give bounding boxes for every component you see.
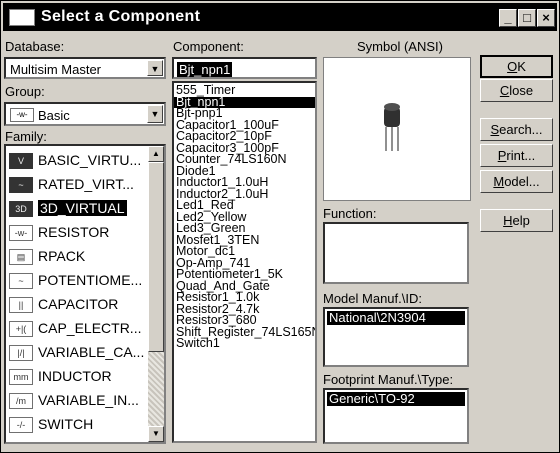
family-icon: |/| <box>9 345 33 361</box>
maximize-button[interactable]: □ <box>518 9 536 27</box>
family-item-label: RPACK <box>38 248 86 264</box>
family-label: Family: <box>5 129 47 144</box>
window-title: Select a Component <box>41 8 201 25</box>
function-label: Function: <box>323 206 377 221</box>
family-list-item[interactable]: /m VARIABLE_IN... <box>6 388 148 412</box>
family-item-label: CAP_ELECTR... <box>38 320 142 336</box>
symbol-label: Symbol (ANSI) <box>357 39 443 54</box>
family-list-item[interactable]: ~ RATED_VIRT... <box>6 172 148 196</box>
family-list-item[interactable]: |/| VARIABLE_CA... <box>6 340 148 364</box>
ok-button[interactable]: OK <box>480 55 553 78</box>
title-bar[interactable]: Select a Component _ □ × <box>3 3 557 31</box>
family-item-label: RATED_VIRT... <box>38 176 134 192</box>
group-label: Group: <box>5 84 45 99</box>
footprint-label: Footprint Manuf.\Type: <box>323 372 454 387</box>
model-label: Model Manuf.\ID: <box>323 291 422 306</box>
component-value: Bjt_npn1 <box>177 62 233 77</box>
print-button[interactable]: Print... <box>480 144 553 167</box>
scroll-thumb[interactable] <box>148 162 164 352</box>
family-list-item[interactable]: mm INDUCTOR <box>6 364 148 388</box>
transistor-3d-icon <box>384 103 400 151</box>
window-icon <box>9 9 35 26</box>
select-component-dialog: Select a Component _ □ × Database: Multi… <box>0 0 560 453</box>
group-select[interactable]: -w- Basic ▼ <box>4 102 166 126</box>
family-list-item[interactable]: ~ POTENTIOME... <box>6 268 148 292</box>
function-box <box>323 222 469 284</box>
family-icon: ▤ <box>9 249 33 265</box>
family-scrollbar[interactable]: ▲ ▼ <box>148 146 164 442</box>
family-list[interactable]: V BASIC_VIRTU... ~ RATED_VIRT... 3D 3D_VIRTUA… <box>4 144 166 444</box>
model-item[interactable]: National\2N3904 <box>327 311 465 325</box>
family-item-label: VARIABLE_IN... <box>38 392 139 408</box>
database-label: Database: <box>5 39 65 54</box>
minimize-button[interactable]: _ <box>499 9 517 27</box>
chevron-down-icon[interactable]: ▼ <box>147 60 163 76</box>
component-list[interactable]: 555_Timer Bjt_npn1 Bjt-pnp1 Capacitor1_100u… <box>172 81 317 443</box>
chevron-down-icon[interactable]: ▼ <box>147 105 163 123</box>
family-icon: 3D <box>9 201 33 217</box>
resistor-icon: -w- <box>10 108 34 122</box>
family-icon: ~ <box>9 177 33 193</box>
family-list-item[interactable]: ▤ RPACK <box>6 244 148 268</box>
symbol-preview <box>323 57 471 201</box>
family-item-label: 3D_VIRTUAL <box>38 200 127 216</box>
family-icon: || <box>9 297 33 313</box>
close-window-button[interactable]: × <box>537 9 555 27</box>
family-list-item[interactable]: 3D 3D_VIRTUAL <box>6 196 148 220</box>
family-item-label: VARIABLE_CA... <box>38 344 145 360</box>
scroll-up-icon[interactable]: ▲ <box>148 146 164 162</box>
help-button[interactable]: Help <box>480 209 553 232</box>
footprint-list[interactable]: Generic\TO-92 <box>323 388 469 444</box>
group-value: Basic <box>38 108 70 123</box>
footprint-item[interactable]: Generic\TO-92 <box>327 392 465 406</box>
model-button[interactable]: Model... <box>480 170 553 193</box>
family-icon: ~ <box>9 273 33 289</box>
database-select[interactable]: Multisim Master ▼ <box>4 57 166 79</box>
family-icon: -/- <box>9 417 33 433</box>
family-items: V BASIC_VIRTU... ~ RATED_VIRT... 3D 3D_VIRTUA… <box>6 148 148 436</box>
family-icon: -w- <box>9 225 33 241</box>
family-list-item[interactable]: V BASIC_VIRTU... <box>6 148 148 172</box>
family-item-label: RESISTOR <box>38 224 110 240</box>
family-item-label: CAPACITOR <box>38 296 119 312</box>
component-input[interactable]: Bjt_npn1 <box>172 57 317 79</box>
family-item-label: BASIC_VIRTU... <box>38 152 142 168</box>
model-list[interactable]: National\2N3904 <box>323 307 469 367</box>
family-item-label: SWITCH <box>38 416 94 432</box>
database-value: Multisim Master <box>10 62 102 77</box>
family-list-item[interactable]: -w- RESISTOR <box>6 220 148 244</box>
component-list-item[interactable]: Switch1 <box>174 337 315 350</box>
component-items: 555_Timer Bjt_npn1 Bjt-pnp1 Capacitor1_100u… <box>174 83 315 350</box>
family-list-item[interactable]: || CAPACITOR <box>6 292 148 316</box>
family-icon: +|( <box>9 321 33 337</box>
family-icon: mm <box>9 369 33 385</box>
scroll-down-icon[interactable]: ▼ <box>148 426 164 442</box>
family-list-item[interactable]: +|( CAP_ELECTR... <box>6 316 148 340</box>
search-button[interactable]: Search... <box>480 118 553 141</box>
close-button[interactable]: Close <box>480 79 553 102</box>
family-item-label: POTENTIOME... <box>38 272 143 288</box>
component-label: Component: <box>173 39 244 54</box>
family-item-label: INDUCTOR <box>38 368 112 384</box>
family-icon: V <box>9 153 33 169</box>
family-icon: /m <box>9 393 33 409</box>
family-list-item[interactable]: -/- SWITCH <box>6 412 148 436</box>
